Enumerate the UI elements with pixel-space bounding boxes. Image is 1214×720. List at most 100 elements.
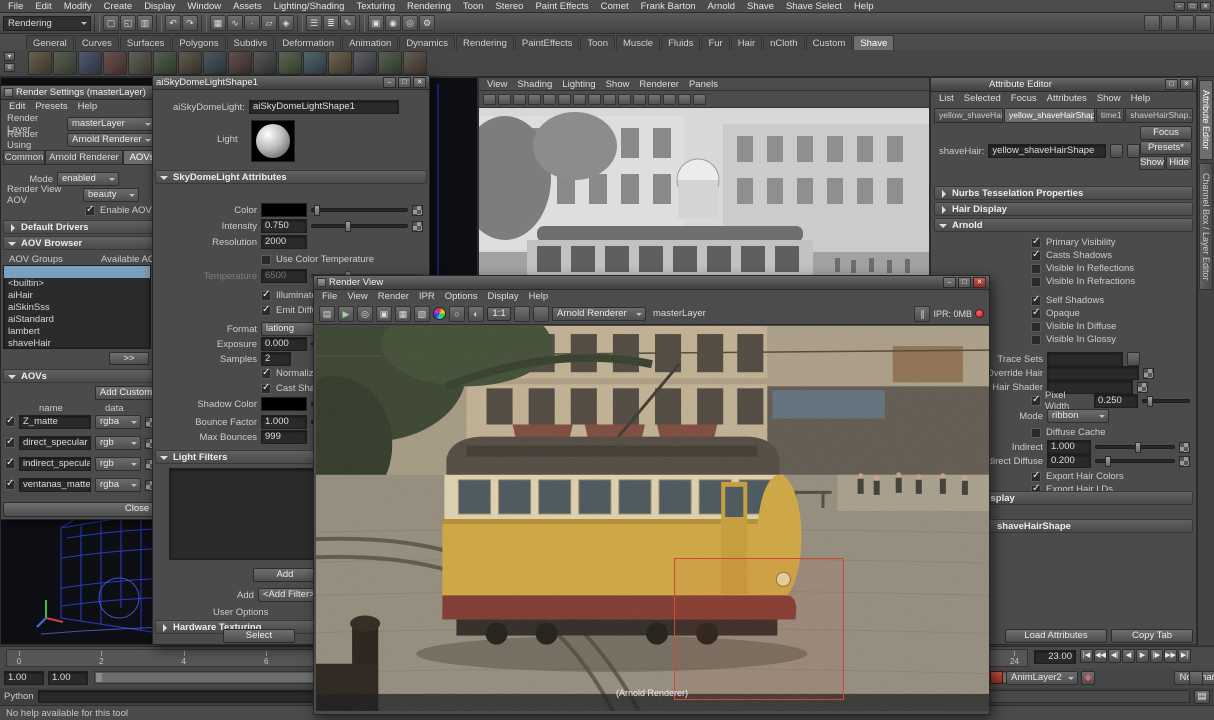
ae-menu-item[interactable]: Attributes [1042,93,1092,104]
menu-item[interactable]: Arnold [702,1,741,12]
remove-image-icon[interactable]: ▧ [414,306,430,322]
redraw-icon[interactable]: ▤ [319,306,335,322]
field-chart-icon[interactable] [618,94,631,105]
intensity-field[interactable]: 0.750 [261,219,307,233]
checkbox-row[interactable]: Visible In Reflections [1031,262,1135,275]
wireframe-on-shaded-icon[interactable] [663,94,676,105]
shelf-tab[interactable]: Deformation [275,35,341,50]
shelf-item[interactable] [128,51,152,75]
shelf-tab[interactable]: Muscle [616,35,660,50]
ae-menu-item[interactable]: Help [1126,93,1156,104]
camera-attributes-icon[interactable] [513,94,526,105]
aov-enabled-checkbox[interactable] [5,417,15,427]
shelf-tab[interactable]: Custom [806,35,853,50]
shelf-item[interactable] [28,51,52,75]
menu-item[interactable]: Display [138,1,181,12]
menu-item[interactable]: Modify [58,1,98,12]
shelf-item[interactable] [303,51,327,75]
zoom-out-icon[interactable] [533,306,549,322]
checkbox-row[interactable]: Primary Visibility [1031,236,1135,249]
trace-sets-edit-icon[interactable] [1127,352,1140,366]
shelf-item[interactable] [253,51,277,75]
attribute-editor-toggle-icon[interactable] [1178,15,1194,31]
indirect-field[interactable]: 1.000 [1047,440,1091,454]
checkbox-row[interactable]: Visible In Refractions [1031,275,1135,288]
panel-menu-item[interactable]: Panels [684,79,723,90]
aov-enabled-checkbox[interactable] [5,438,15,448]
menu-item[interactable]: Help [848,1,880,12]
open-render-view-icon[interactable]: ▣ [368,15,384,31]
undo-icon[interactable]: ↶ [165,15,181,31]
bookmarks-icon[interactable] [528,94,541,105]
outputs-icon[interactable]: ≣ [323,15,339,31]
shelf-tab[interactable]: Polygons [172,35,225,50]
checkbox[interactable] [1031,296,1041,306]
command-language-label[interactable]: Python [4,691,34,702]
export-hair-colors-row[interactable]: Export Hair Colors [1031,470,1124,483]
ae-tab[interactable]: yellow_shaveHair [934,108,1003,123]
toolbar-separator[interactable] [297,15,303,32]
list-item[interactable]: aiHair [4,290,150,302]
trace-sets-field[interactable] [1047,352,1123,366]
open-scene-icon[interactable]: ◱ [120,15,136,31]
transport-button[interactable]: ◀ [1122,649,1135,663]
exposure-icon[interactable]: ◐ [468,306,484,322]
pixel-width-field[interactable]: 0.250 [1094,394,1138,408]
snapshot-icon[interactable]: ▣ [376,306,392,322]
aov-name-field[interactable]: ventanas_matte [19,478,91,492]
panel-menu-item[interactable]: Lighting [557,79,600,90]
shelf-item[interactable] [103,51,127,75]
minimize-icon[interactable]: – [383,77,396,88]
grid-icon[interactable] [558,94,571,105]
script-editor-icon[interactable]: ▤ [1194,690,1210,704]
shelf-item[interactable] [353,51,377,75]
menu-item[interactable]: Texturing [350,1,401,12]
ae-menu-item[interactable]: Selected [959,93,1006,104]
menu-item[interactable]: Assets [227,1,268,12]
animation-start-field[interactable]: 1.00 [4,671,44,685]
menu-item[interactable]: Frank Barton [635,1,702,12]
shelf-menu-icon[interactable]: ▾ [4,52,15,61]
save-scene-icon[interactable]: ▥ [137,15,153,31]
make-live-icon[interactable]: ◈ [278,15,294,31]
anim-layer-dropdown[interactable]: AnimLayer2 [1006,671,1078,685]
sidebar-toggle-icon[interactable] [1144,15,1160,31]
panel-menu-item[interactable]: Shading [512,79,557,90]
rv-menu-item[interactable]: Options [440,291,483,302]
safe-title-icon[interactable] [648,94,661,105]
rv-menu-item[interactable]: IPR [414,291,440,302]
toolbar-separator[interactable] [359,15,365,32]
renderer-dropdown[interactable]: Arnold Renderer [552,307,646,321]
shelf-tab[interactable]: nCloth [763,35,804,50]
menu-item[interactable]: Shave [741,1,780,12]
render-view-titlebar[interactable]: Render View – □ ✕ [314,276,989,290]
checkbox[interactable] [1031,335,1041,345]
shelf-item[interactable] [153,51,177,75]
checkbox-row[interactable]: Visible In Diffuse [1031,320,1116,333]
ipr-pause-icon[interactable]: ∥ [914,306,930,322]
mode-dropdown[interactable]: ribbon [1047,409,1109,423]
alpha-channel-icon[interactable]: ○ [449,306,465,322]
color-swatch[interactable] [261,203,307,217]
render-layer-dropdown[interactable]: masterLayer [67,117,155,131]
ipr-stop-icon[interactable] [975,309,984,318]
aov-name-field[interactable]: direct_specular [19,436,91,450]
aov-enabled-checkbox[interactable] [5,480,15,490]
film-gate-icon[interactable] [573,94,586,105]
shelf-tab[interactable]: Surfaces [120,35,172,50]
shelf-tab[interactable]: Fluids [661,35,700,50]
indirect-diffuse-slider[interactable] [1095,459,1175,463]
indirect-diffuse-field[interactable]: 0.200 [1047,454,1091,468]
shelf-item[interactable] [328,51,352,75]
xray-icon[interactable] [678,94,691,105]
transport-button[interactable]: |◀ [1080,649,1093,663]
shelf-item[interactable] [178,51,202,75]
playback-start-field[interactable]: 1.00 [48,671,88,685]
transport-button[interactable]: ◀| [1108,649,1121,663]
gate-mask-icon[interactable] [603,94,616,105]
close-panel-icon[interactable]: ✕ [1180,79,1193,90]
list-item[interactable]: aiSkinSss [4,302,150,314]
resolution-field[interactable]: 2000 [261,235,307,249]
indirect-diffuse-map-icon[interactable] [1179,456,1190,467]
bounce-factor-field[interactable]: 1.000 [261,415,307,429]
